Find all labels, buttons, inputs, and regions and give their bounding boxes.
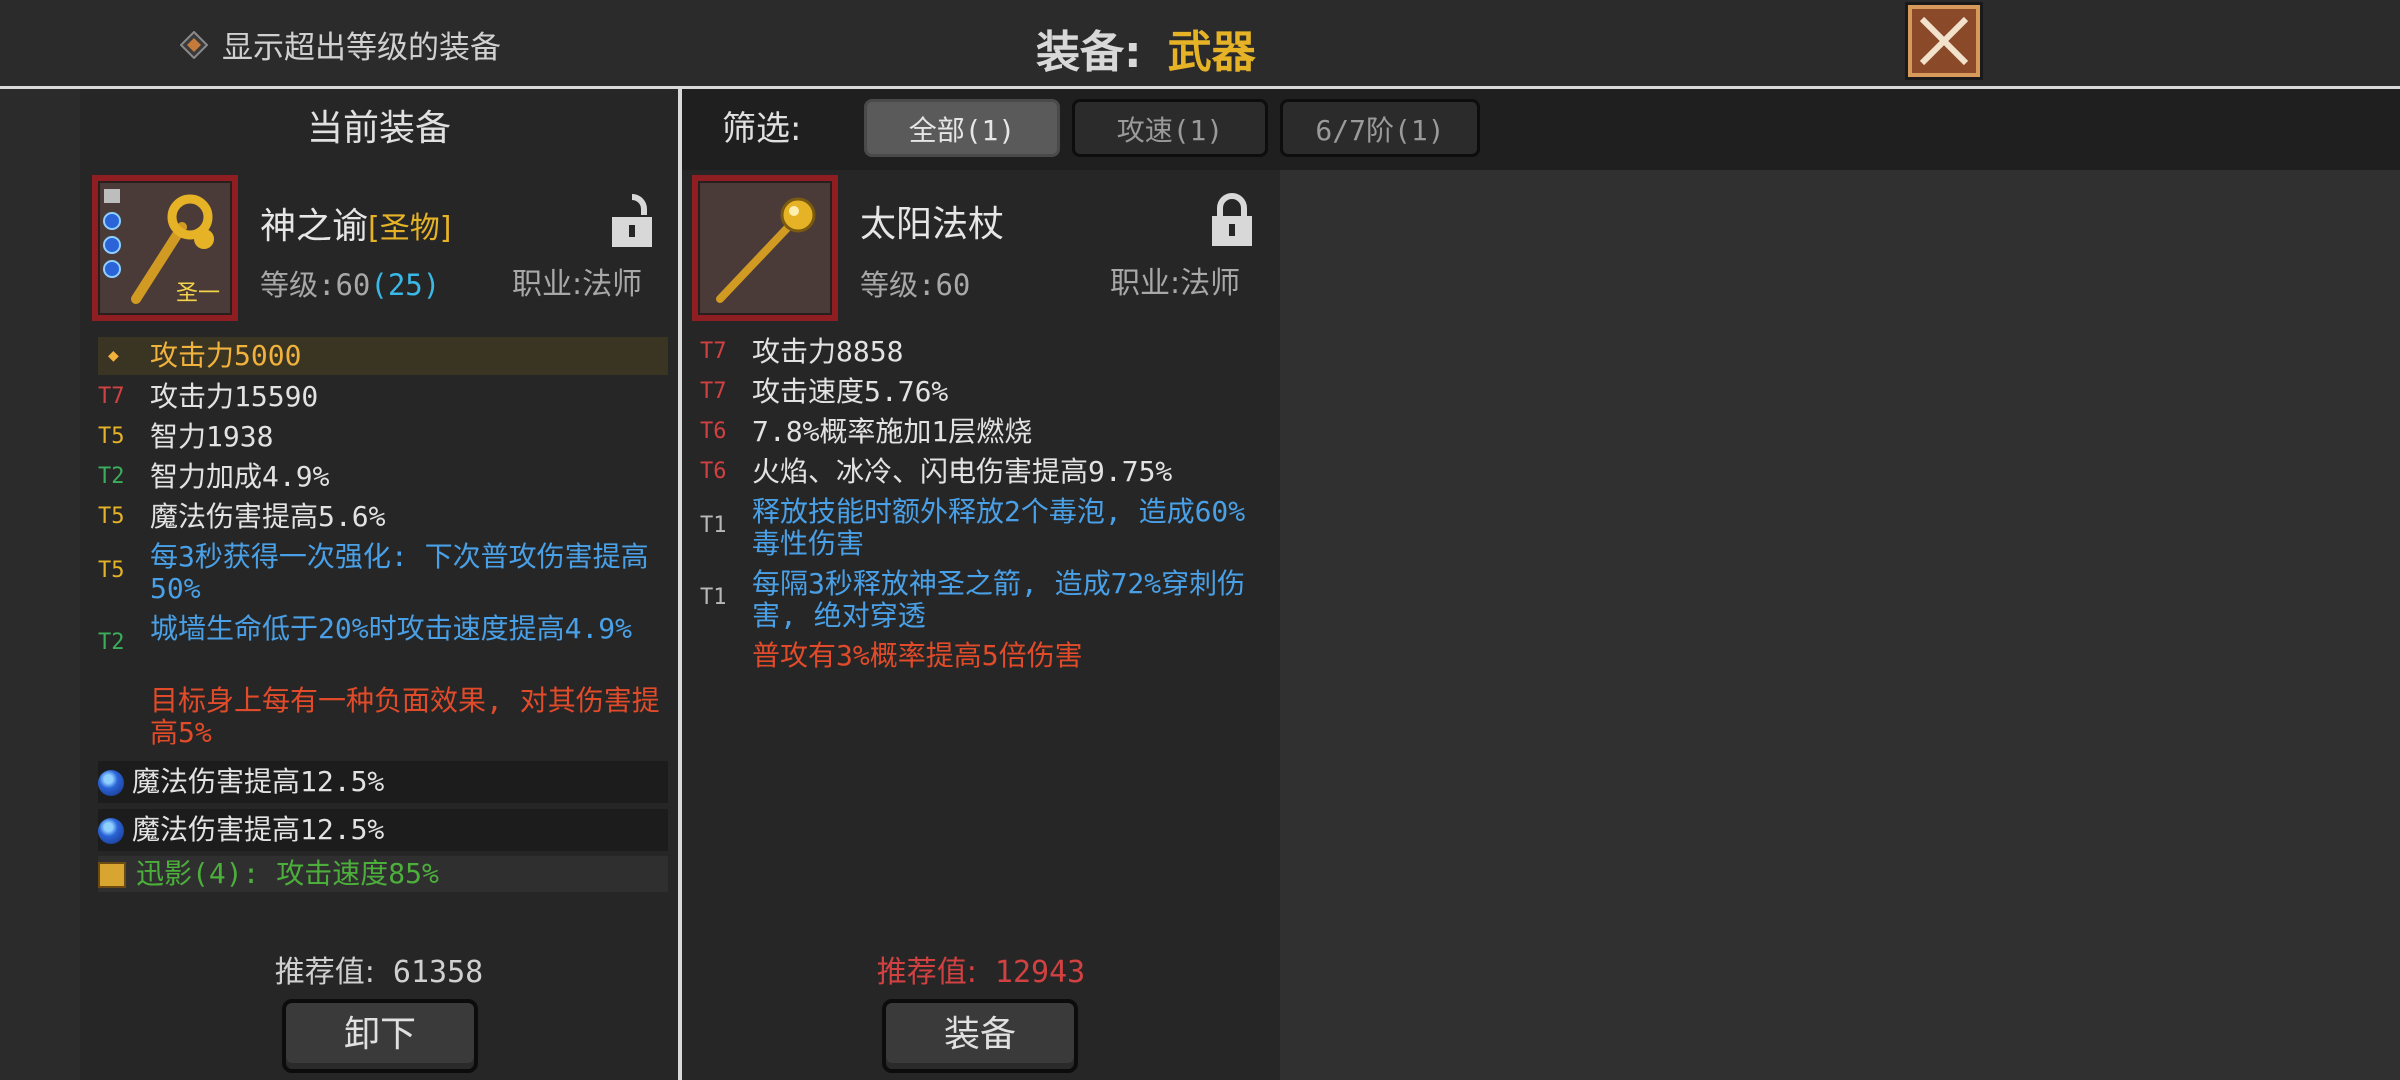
candidate-item-icon[interactable] [692, 175, 838, 321]
stat-row: T7 攻击力15590 [98, 380, 319, 413]
stat-row: T5 每3秒获得一次强化: 下次普攻伤害提高50% [98, 540, 649, 605]
candidate-class: 职业:法师 [1110, 266, 1241, 301]
icon-sub-label: 圣一 [175, 281, 220, 306]
candidate-equipment-panel: 太阳法杖 等级:60 职业:法师 T7 攻击力8858 T7 攻击速度5.76% T… [682, 170, 1280, 1080]
current-level: 等级:60(25) [260, 268, 441, 302]
recommend-value: 推荐值: 61358 [274, 955, 484, 990]
stat-row: T7 攻击力8858 [700, 335, 904, 368]
main-stat-row: ◆ 攻击力5000 [98, 337, 668, 375]
title-slot: 武器 [1167, 27, 1256, 78]
stat-row: T1 释放技能时额外释放2个毒泡, 造成60%毒性伤害 [700, 495, 1246, 560]
equip-button[interactable]: 装备 [882, 999, 1078, 1073]
toggle-label: 显示超出等级的装备 [222, 30, 501, 66]
stat-row: T6 7.8%概率施加1层燃烧 [700, 415, 1033, 448]
special-effect-row: 普攻有3%概率提高5倍伤害 [752, 639, 1083, 672]
panel-header: 当前装备 [306, 108, 451, 149]
filter-chip-tier[interactable]: 6/7阶(1) [1280, 99, 1480, 157]
show-over-level-toggle[interactable]: 显示超出等级的装备 [180, 22, 501, 67]
close-button[interactable] [1904, 1, 1984, 81]
top-bar: 显示超出等级的装备 装备: 武器 [0, 0, 2400, 89]
unlocked-icon[interactable] [610, 193, 654, 249]
current-equipment-panel: 当前装备 圣一 神之谕[圣物] 等级:60(25) 职业:法师 ◆ 攻击力500… [80, 89, 678, 1080]
filter-chip-attack-speed[interactable]: 攻速(1) [1072, 99, 1268, 157]
recommend-value: 推荐值: 12943 [876, 955, 1086, 990]
empty-list-area [1280, 170, 2400, 1080]
candidate-level: 等级:60 [860, 268, 971, 302]
diamond-toggle-icon [180, 30, 208, 59]
stat-row: T7 攻击速度5.76% [700, 375, 949, 408]
gem-icon [98, 770, 124, 796]
filter-label: 筛选: [722, 109, 802, 149]
filter-bar: 筛选: 全部(1) 攻速(1) 6/7阶(1) [682, 89, 2400, 170]
staff-icon [716, 197, 816, 303]
set-book-icon [98, 862, 126, 888]
candidate-item-name: 太阳法杖 [860, 204, 1005, 245]
stat-row: T6 火焰、冰冷、闪电伤害提高9.75% [700, 455, 1173, 488]
filter-chip-all[interactable]: 全部(1) [864, 99, 1060, 157]
stat-row: T5 魔法伤害提高5.6% [98, 500, 386, 533]
unequip-button[interactable]: 卸下 [282, 999, 478, 1073]
locked-icon[interactable] [1210, 192, 1254, 248]
stat-row: T1 每隔3秒释放神圣之箭, 造成72%穿刺伤害, 绝对穿透 [700, 567, 1246, 632]
stat-row: T2 城墙生命低于20%时攻击速度提高4.9% [98, 612, 633, 656]
gem-row: 魔法伤害提高12.5% [98, 761, 668, 803]
current-item-icon[interactable]: 圣一 [92, 175, 238, 321]
stat-row: T5 智力1938 [98, 420, 274, 453]
gem-row: 魔法伤害提高12.5% [98, 809, 668, 851]
set-bonus-row: 迅影(4): 攻击速度85% [98, 856, 668, 892]
gem-icon [98, 818, 124, 844]
close-icon [1905, 2, 1983, 80]
title-label: 装备: [1036, 27, 1142, 78]
page-title: 装备: 武器 [1036, 16, 1256, 80]
stat-row: T2 智力加成4.9% [98, 460, 330, 493]
current-class: 职业:法师 [512, 267, 643, 302]
current-item-name: 神之谕[圣物] [260, 206, 452, 247]
special-effect-row: 目标身上每有一种负面效果, 对其伤害提高5% [150, 684, 660, 749]
item-tag: [圣物] [368, 211, 452, 246]
